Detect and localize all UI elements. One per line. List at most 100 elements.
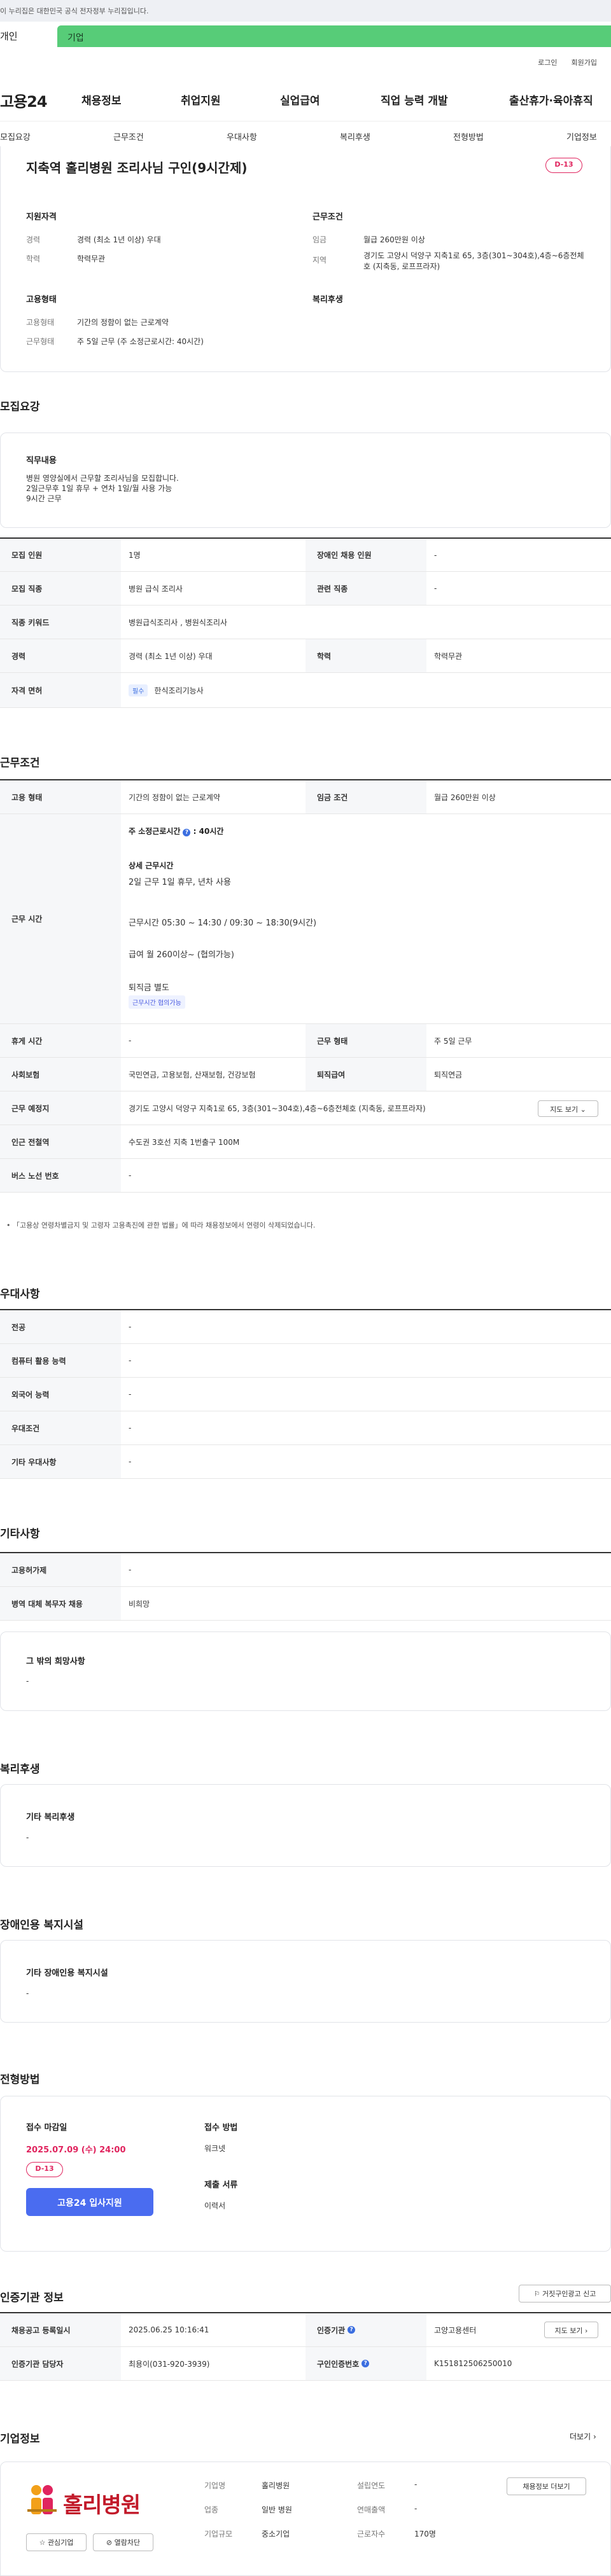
subnav-company[interactable]: 기업정보 <box>566 130 597 142</box>
conditions-heading: 근무조건 <box>0 757 40 770</box>
recruit-heading: 모집요강 <box>0 401 40 413</box>
method-title: 접수 방법 <box>204 2123 238 2133</box>
reg-label: 채용공고 등록일시 <box>0 2313 121 2346</box>
company-heading: 기업정보 <box>0 2433 40 2446</box>
login-link[interactable]: 로그인 <box>538 59 557 67</box>
chevron-down-icon: ⌄ <box>580 1105 586 1114</box>
subnav-recruit[interactable]: 모집요강 <box>0 130 31 142</box>
preference-heading: 우대사항 <box>0 1288 40 1301</box>
keyword-label: 직종 키워드 <box>0 606 121 639</box>
company-name-value: 홀리병원 <box>262 2481 290 2490</box>
disabled-label: 장애인 채용 인원 <box>306 539 426 571</box>
emptype-label: 고용형태 <box>26 318 55 327</box>
gnb-employment-support[interactable]: 취업지원 <box>181 92 221 107</box>
tab-company[interactable]: 기업 <box>57 25 611 47</box>
info-icon[interactable]: ? <box>362 2360 370 2367</box>
info-icon[interactable]: ? <box>348 2326 356 2334</box>
block-view-button[interactable]: ⊘ 열람차단 <box>93 2533 153 2551</box>
welfare-value: - <box>26 1833 29 1842</box>
duty-card: 직무내용 병원 영양실에서 근무할 조리사님을 모집합니다. 2일근무후 1일 … <box>0 433 611 528</box>
company-more-link[interactable]: 더보기 › <box>570 2431 596 2442</box>
gnb-skills-development[interactable]: 직업 능력 개발 <box>381 92 448 107</box>
table-row: 경력 경력 (최소 1년 이상) 우대 학력 학력무관 <box>0 639 611 673</box>
manager-value: 최용이(031-920-3939) <box>129 2359 210 2369</box>
industry-value: 일반 병원 <box>262 2505 292 2514</box>
summary-card: 지축역 홀리병원 조리사님 구인(9시간제) D-13 지원자격 경력 경력 (… <box>0 146 611 372</box>
member-tabs: 개인 기업 <box>0 22 611 52</box>
tab-person[interactable]: 개인 <box>0 22 57 47</box>
reg-value: 2025.06.25 10:16:41 <box>129 2325 209 2334</box>
company-more-label: 더보기 <box>570 2432 591 2441</box>
career-label: 경력 <box>0 639 121 672</box>
pref-value: - <box>129 1356 132 1365</box>
emp-label: 고용 형태 <box>0 780 121 814</box>
sales-label: 연매출액 <box>357 2505 386 2514</box>
insurance-label: 사회보험 <box>0 1058 121 1091</box>
welfare-title: 기타 복리후생 <box>26 1813 75 1822</box>
subnav-conditions[interactable]: 근무조건 <box>113 130 144 142</box>
table-row: 휴게 시간 - 근무 형태 주 5일 근무 <box>0 1024 611 1058</box>
table-row: 모집 직종 병원 급식 조리사 관련 직종 - <box>0 572 611 606</box>
etc-label: 고용허가제 <box>0 1553 121 1586</box>
gnb-unemployment-benefit[interactable]: 실업급여 <box>280 92 320 107</box>
deadline-value: 2025.07.09 (수) 24:00 <box>26 2145 126 2155</box>
apply-button[interactable]: 고용24 입사지원 <box>26 2188 153 2216</box>
company-card: 홀리병원 ☆ 관심기업 ⊘ 열람차단 기업명 홀리병원 업종 일반 병원 기업규… <box>0 2462 611 2576</box>
subnav-welfare[interactable]: 복리후생 <box>340 130 370 142</box>
pref-label: 우대조건 <box>0 1411 121 1444</box>
subnav-process[interactable]: 전형방법 <box>453 130 484 142</box>
gnb-job-info[interactable]: 채용정보 <box>81 92 122 107</box>
table-row: 직종 키워드 병원급식조리사 , 병원식조리사 <box>0 606 611 639</box>
license-value: 한식조리기능사 <box>154 686 204 695</box>
disabled-facility-heading: 장애인용 복지시설 <box>0 1919 84 1932</box>
hours-value: 40시간 <box>199 827 224 836</box>
other-wish-value: - <box>26 1677 29 1686</box>
pref-label: 기타 우대사항 <box>0 1445 121 1478</box>
pref-label: 외국어 능력 <box>0 1378 121 1411</box>
keyword-value: 병원급식조리사 , 병원식조리사 <box>129 618 227 627</box>
pref-label: 전공 <box>0 1310 121 1343</box>
table-row: 인증기관 담당자 최용이(031-920-3939) 구인인증번호? K1518… <box>0 2347 611 2381</box>
duty-title: 직무내용 <box>26 456 57 466</box>
map-button-label: 지도 보기 <box>550 1105 579 1114</box>
worktype-label: 근무형태 <box>26 337 55 346</box>
join-link[interactable]: 회원가입 <box>572 59 597 67</box>
table-row: 사회보험 국민연금, 고용보험, 산재보험, 건강보험 퇴직급여 퇴직연금 <box>0 1058 611 1091</box>
pref-value: - <box>129 1390 132 1399</box>
job-title: 지축역 홀리병원 조리사님 구인(9시간제) <box>26 160 248 176</box>
table-row: 근무 예정지 경기도 고양시 덕양구 지축1로 65, 3층(301~304호)… <box>0 1091 611 1125</box>
favorite-company-button[interactable]: ☆ 관심기업 <box>26 2533 87 2551</box>
detail-title: 상세 근무시간 <box>129 861 174 870</box>
report-fake-ad-button[interactable]: ⚐ 거짓구인광고 신고 <box>519 2285 611 2302</box>
disabled-facility-value: - <box>26 1989 29 1998</box>
info-icon[interactable]: ? <box>183 829 191 836</box>
deadline-title: 접수 마감일 <box>26 2123 67 2133</box>
company-name-label: 기업명 <box>204 2481 226 2490</box>
disabled-value: - <box>434 550 437 560</box>
chevron-right-icon: › <box>593 2432 596 2441</box>
company-jobs-button[interactable]: 채용정보 더보기 <box>507 2477 586 2495</box>
process-heading: 전형방법 <box>0 2074 40 2086</box>
related-value: - <box>434 584 437 593</box>
subnav-preference[interactable]: 우대사항 <box>227 130 257 142</box>
rest-value: - <box>129 1036 132 1045</box>
table-row: 컴퓨터 활용 능력 - <box>0 1344 611 1378</box>
map-button[interactable]: 지도 보기 ⌄ <box>538 1100 598 1117</box>
employment-title: 고용형태 <box>26 295 57 305</box>
size-value: 중소기업 <box>262 2530 290 2538</box>
org-map-button[interactable]: 지도 보기 › <box>544 2322 598 2338</box>
org-map-label: 지도 보기 <box>554 2327 583 2335</box>
global-nav: 고용24 채용정보 취업지원 실업급여 직업 능력 개발 출산휴가·육아휴직 <box>0 83 611 114</box>
process-card: 접수 마감일 2025.07.09 (수) 24:00 D-13 고용24 입사… <box>0 2096 611 2252</box>
welfare-card: 기타 복리후생 - <box>0 1784 611 1867</box>
employees-value: 170명 <box>414 2530 436 2538</box>
hours-title: 주 소정근로시간 <box>129 827 181 836</box>
pay-line: 급여 월 260이상~ (협의가능) <box>129 950 234 960</box>
bus-label: 버스 노선 번호 <box>0 1159 121 1192</box>
gnb-parental-leave[interactable]: 출산휴가·육아휴직 <box>509 92 593 107</box>
site-logo[interactable]: 고용24 <box>0 89 48 111</box>
job-label: 모집 직종 <box>0 572 121 605</box>
bus-value: - <box>129 1171 132 1180</box>
license-label: 자격 면허 <box>0 673 121 707</box>
other-wish-title: 그 밖의 희망사항 <box>26 1657 85 1666</box>
